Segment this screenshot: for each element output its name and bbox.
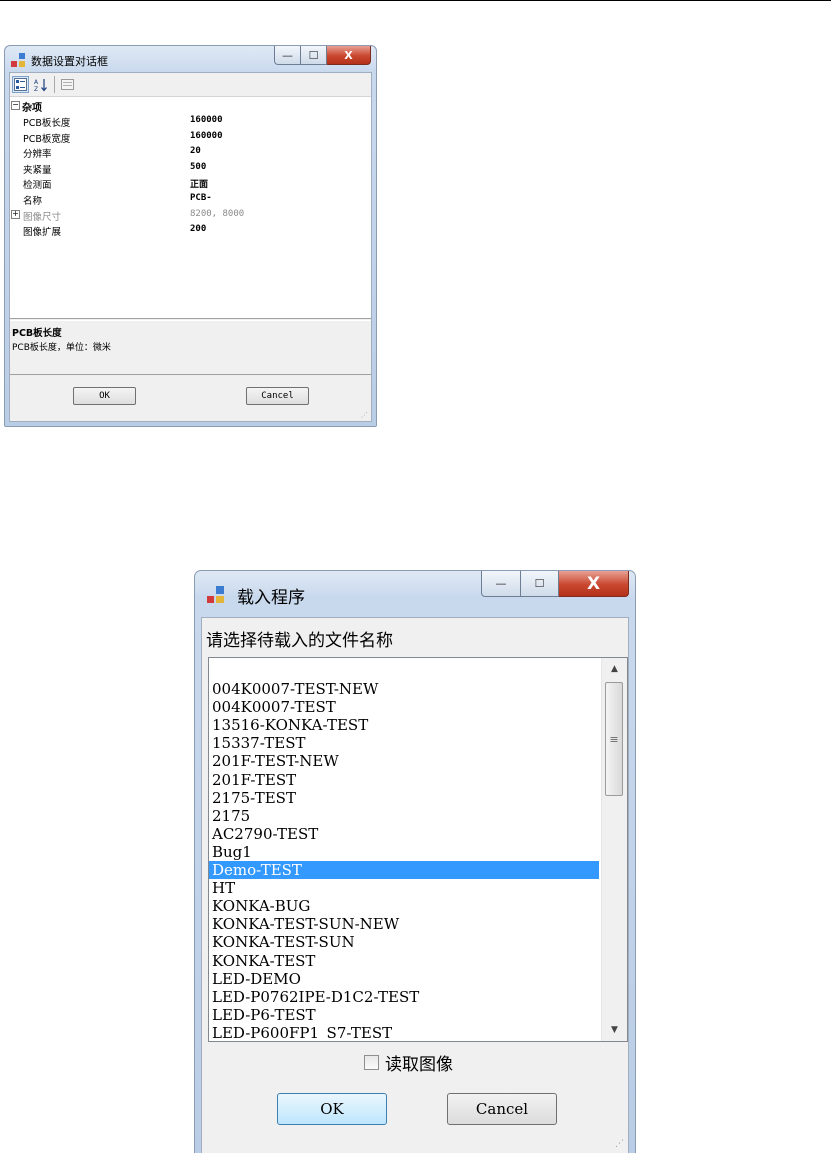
- list-item[interactable]: 15337-TEST: [209, 734, 599, 752]
- property-name: PCB板宽度: [23, 133, 71, 145]
- read-image-checkbox[interactable]: [364, 1054, 379, 1070]
- scroll-down-arrow-icon[interactable]: ▼: [602, 1021, 627, 1039]
- maximize-button[interactable]: ☐: [521, 571, 559, 597]
- svg-text:A: A: [34, 79, 39, 86]
- property-name: 图像尺寸: [23, 211, 62, 223]
- property-grid-toolbar: A Z: [10, 73, 371, 97]
- page-top-rule: [0, 0, 831, 1]
- list-item[interactable]: KONKA-BUG: [209, 897, 599, 915]
- list-item[interactable]: LED-P6-TEST: [209, 1006, 599, 1024]
- ok-button[interactable]: OK: [277, 1093, 387, 1125]
- property-row[interactable]: PCB板长度 160000: [10, 114, 371, 129]
- property-value[interactable]: 20: [190, 146, 201, 156]
- list-item[interactable]: Bug1: [209, 843, 599, 861]
- list-item[interactable]: 004K0007-TEST: [209, 698, 599, 716]
- property-row[interactable]: 夹紧量 500: [10, 161, 371, 176]
- app-icon: [11, 53, 27, 69]
- help-description: PCB板长度，单位：微米: [12, 343, 111, 353]
- list-item[interactable]: 004K0007-TEST-NEW: [209, 680, 599, 698]
- grip-lines-icon: ≡: [609, 732, 619, 746]
- list-item[interactable]: AC2790-TEST: [209, 825, 599, 843]
- file-listbox[interactable]: 004K0007-TEST-NEW 004K0007-TEST 13516-KONK…: [208, 657, 628, 1042]
- dialog-client-area: A Z − 杂项 PCB板长度 160000 PCB板宽度 160000 分辨率 20 夹紧…: [9, 72, 372, 422]
- list-item[interactable]: LED-DEMO: [209, 970, 599, 988]
- close-button[interactable]: X: [327, 46, 371, 65]
- property-name: 图像扩展: [23, 227, 62, 239]
- list-item[interactable]: HT: [209, 879, 599, 897]
- list-item[interactable]: Demo-TEST: [209, 861, 599, 879]
- property-name: 检测面: [23, 180, 52, 192]
- resize-grip-icon[interactable]: ⋰: [361, 411, 369, 419]
- list-item[interactable]: 201F-TEST-NEW: [209, 752, 599, 770]
- title-bar[interactable]: 载入程序 — ☐ X: [195, 571, 635, 617]
- scroll-up-arrow-icon[interactable]: ▲: [602, 660, 627, 678]
- property-value[interactable]: 8200, 8000: [190, 209, 244, 219]
- alphabetical-button[interactable]: A Z: [32, 76, 49, 93]
- category-label: 杂项: [22, 103, 42, 114]
- property-row[interactable]: 检测面 正面: [10, 176, 371, 191]
- load-program-dialog: 载入程序 — ☐ X 请选择待载入的文件名称 004K0007-TEST-NEW…: [194, 570, 636, 1153]
- list-item[interactable]: 2175: [209, 807, 599, 825]
- property-row[interactable]: 分辨率 20: [10, 145, 371, 160]
- property-name: PCB板长度: [23, 118, 71, 129]
- minimize-button[interactable]: —: [481, 571, 521, 597]
- property-value[interactable]: 500: [190, 162, 206, 172]
- property-help-panel: PCB板长度 PCB板长度，单位：微米: [10, 320, 371, 375]
- list-item[interactable]: LED-P0762IPE-D1C2-TEST: [209, 988, 599, 1006]
- maximize-button[interactable]: ☐: [301, 46, 327, 65]
- list-item[interactable]: 201F-TEST: [209, 771, 599, 789]
- property-pages-button[interactable]: [59, 76, 76, 93]
- collapse-icon[interactable]: −: [11, 101, 20, 110]
- property-value[interactable]: 正面: [190, 177, 208, 190]
- list-item[interactable]: KONKA-TEST: [209, 952, 599, 970]
- data-settings-dialog: 数据设置对话框 — ☐ X A Z − 杂项 PCB板长度 160000 PCB…: [4, 45, 377, 427]
- dialog-client-area: 请选择待载入的文件名称 004K0007-TEST-NEW 004K0007-TE…: [201, 617, 629, 1153]
- property-name: 名称: [23, 196, 43, 207]
- help-title: PCB板长度: [12, 328, 62, 339]
- read-image-label[interactable]: 读取图像: [385, 1050, 453, 1075]
- property-row[interactable]: + 图像尺寸 8200, 8000: [10, 208, 371, 223]
- expand-icon[interactable]: +: [11, 209, 20, 219]
- property-value[interactable]: 200: [190, 224, 206, 234]
- list-item[interactable]: 2175-TEST: [209, 789, 599, 807]
- window-title: 数据设置对话框: [31, 55, 108, 68]
- resize-grip-icon[interactable]: ⋰: [615, 1139, 624, 1149]
- toolbar-separator: [54, 76, 55, 93]
- property-value[interactable]: 160000: [190, 115, 223, 125]
- list-item[interactable]: 13516-KONKA-TEST: [209, 716, 599, 734]
- ok-button[interactable]: OK: [73, 387, 136, 405]
- categorized-button[interactable]: [12, 76, 29, 93]
- close-button[interactable]: X: [559, 571, 629, 597]
- property-grid[interactable]: − 杂项 PCB板长度 160000 PCB板宽度 160000 分辨率 20 夹紧量 500…: [10, 97, 371, 319]
- property-value[interactable]: PCB-: [190, 193, 212, 203]
- prompt-label: 请选择待载入的文件名称: [206, 631, 393, 651]
- caption-buttons: — ☐ X: [274, 46, 371, 65]
- cancel-button[interactable]: Cancel: [246, 387, 309, 405]
- categorized-icon: [14, 78, 27, 91]
- caption-buttons: — ☐ X: [481, 571, 629, 597]
- property-row[interactable]: 图像扩展 200: [10, 223, 371, 238]
- property-name: 夹紧量: [23, 164, 52, 176]
- read-image-checkbox-row[interactable]: 读取图像: [364, 1050, 453, 1075]
- window-title: 载入程序: [237, 588, 305, 608]
- svg-text:Z: Z: [34, 86, 38, 92]
- vertical-scrollbar[interactable]: ▲ ≡ ▼: [601, 658, 627, 1041]
- property-value[interactable]: 160000: [190, 131, 223, 141]
- property-row[interactable]: PCB板宽度 160000: [10, 130, 371, 145]
- app-icon: [207, 586, 225, 604]
- list-item[interactable]: KONKA-TEST-SUN: [209, 933, 599, 951]
- list-item[interactable]: KONKA-TEST-SUN-NEW: [209, 915, 599, 933]
- cancel-button[interactable]: Cancel: [447, 1093, 557, 1125]
- sort-az-icon: A Z: [34, 78, 47, 92]
- list-item[interactable]: LED-P600FP1_S7-TEST: [209, 1024, 599, 1041]
- property-name: 分辨率: [23, 149, 52, 161]
- title-bar[interactable]: 数据设置对话框 — ☐ X: [5, 46, 376, 72]
- scroll-thumb[interactable]: ≡: [605, 682, 623, 796]
- property-row[interactable]: 名称 PCB-: [10, 192, 371, 207]
- property-pages-icon: [61, 79, 74, 90]
- minimize-button[interactable]: —: [274, 46, 301, 65]
